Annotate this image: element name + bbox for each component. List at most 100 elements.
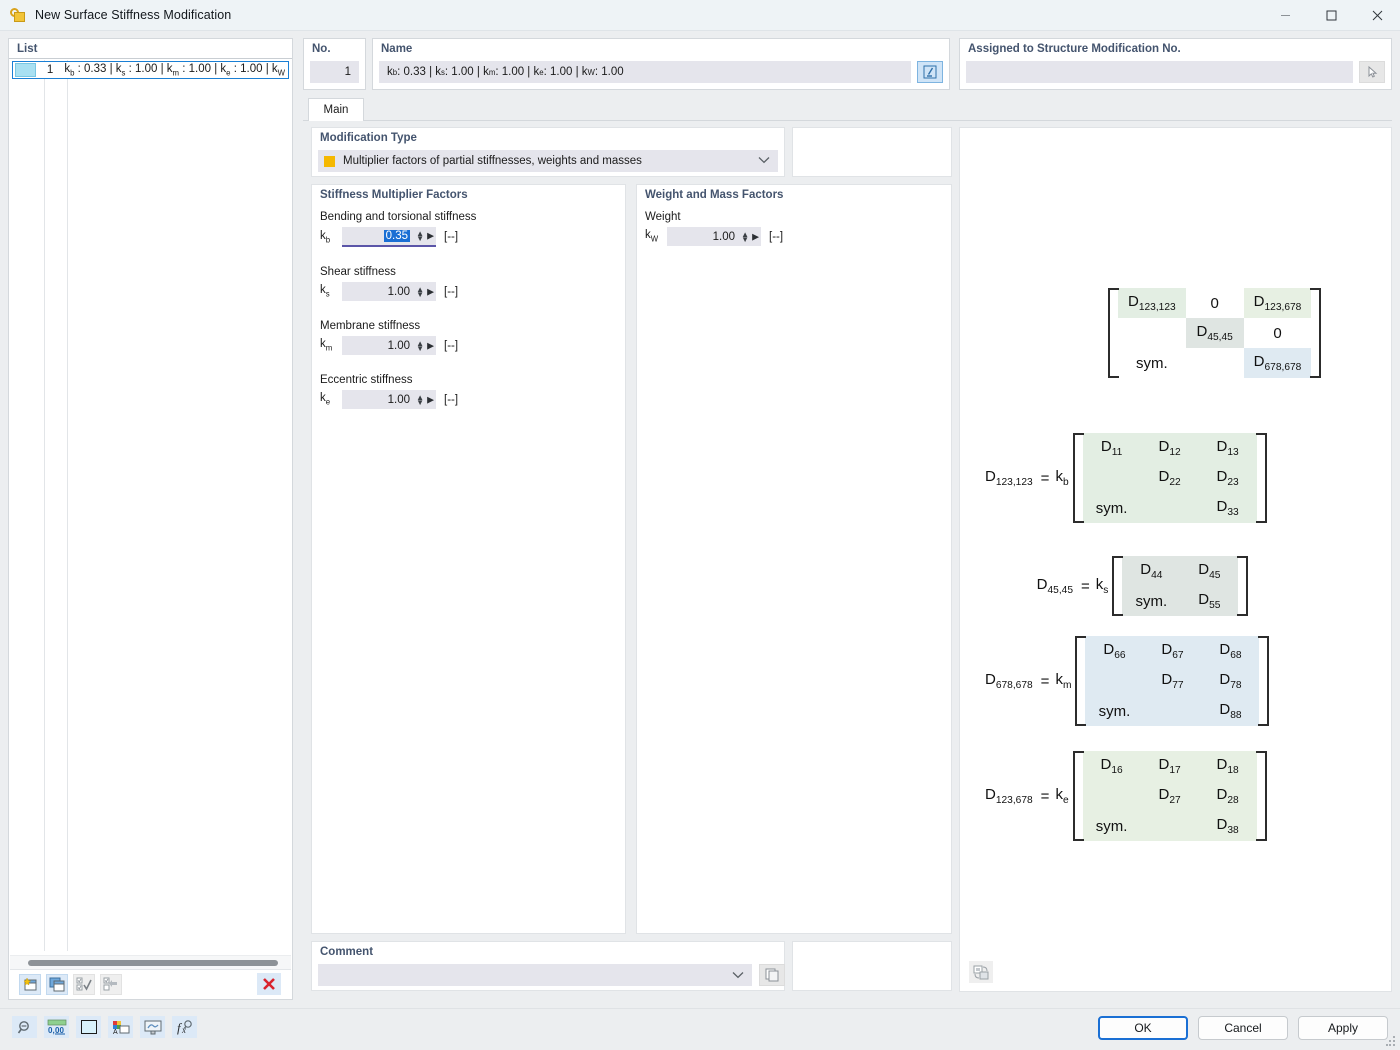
- tab-main[interactable]: Main: [308, 98, 364, 121]
- display-properties-icon[interactable]: [140, 1016, 165, 1038]
- matrix-table: D11 D12 D13 D22 D23 sym. D33: [1083, 433, 1257, 523]
- bottom-toolbar: 0,00 A: [12, 1016, 197, 1038]
- assigned-input[interactable]: [966, 61, 1353, 83]
- edit-name-icon[interactable]: [917, 61, 943, 83]
- annotation-icon[interactable]: A: [108, 1016, 133, 1038]
- window-title: New Surface Stiffness Modification: [35, 8, 231, 22]
- matrix-coefficient: kb: [1055, 468, 1068, 488]
- delete-item-icon[interactable]: [257, 973, 281, 995]
- toggle-image-icon[interactable]: [969, 961, 993, 983]
- matrix-cell: D13: [1199, 433, 1257, 463]
- ke-stepper[interactable]: ▲▼: [416, 395, 424, 405]
- ks-more-icon[interactable]: ▶: [427, 286, 434, 297]
- list-item[interactable]: 1 kb : 0.33 | ks : 1.00 | km : 1.00 | ke…: [12, 61, 289, 79]
- ok-button[interactable]: OK: [1098, 1016, 1188, 1040]
- maximize-icon[interactable]: [1308, 0, 1354, 31]
- matrix-coefficient: km: [1055, 671, 1071, 691]
- surface-stiffness-icon: [10, 7, 26, 23]
- number-input[interactable]: 1: [310, 61, 359, 83]
- copy-item-icon[interactable]: [46, 974, 68, 995]
- svg-text:A: A: [113, 1029, 118, 1035]
- km-input[interactable]: 1.00 ▲▼ ▶: [342, 336, 436, 355]
- name-field-group: Name kb : 0.33 | ks : 1.00 | km : 1.00 |…: [372, 38, 950, 90]
- matrix-coefficient: ke: [1055, 786, 1068, 806]
- kb-input[interactable]: 0.35 ▲▼ ▶: [342, 227, 436, 247]
- matrix-row: sym. D55: [1122, 586, 1238, 616]
- matrix-table: D44 D45 sym. D55: [1122, 556, 1238, 616]
- matrix-equals: =: [1041, 788, 1050, 805]
- svg-text:0,: 0,: [48, 1026, 55, 1035]
- minimize-icon[interactable]: [1262, 0, 1308, 31]
- matrix-cell: D18: [1199, 751, 1257, 781]
- list-horizontal-scrollbar[interactable]: [10, 955, 291, 969]
- chevron-down-icon[interactable]: [732, 968, 744, 982]
- kw-input[interactable]: 1.00 ▲▼ ▶: [667, 227, 761, 246]
- matrix-table: D66 D67 D68 D77 D78 sym. D88: [1085, 636, 1259, 726]
- name-input[interactable]: kb : 0.33 | ks : 1.00 | km : 1.00 | ke :…: [379, 61, 911, 83]
- list-column-divider: [44, 60, 45, 951]
- matrix-table: D16 D17 D18 D27 D28 sym. D38: [1083, 751, 1257, 841]
- matrix-cell: sym.: [1083, 493, 1141, 523]
- matrix-row: sym. D88: [1085, 696, 1259, 726]
- matrix-cell: D11: [1083, 433, 1141, 463]
- km-stepper[interactable]: ▲▼: [416, 341, 424, 351]
- cancel-button[interactable]: Cancel: [1198, 1016, 1288, 1040]
- comment-input[interactable]: [318, 964, 752, 986]
- ks-input[interactable]: 1.00 ▲▼ ▶: [342, 282, 436, 301]
- stiffness-row-kb: kb 0.35 ▲▼ ▶ [--]: [312, 227, 625, 247]
- matrix-row: sym. D678,678: [1118, 348, 1311, 378]
- ke-input[interactable]: 1.00 ▲▼ ▶: [342, 390, 436, 409]
- new-item-icon[interactable]: [19, 974, 41, 995]
- matrix-equals: =: [1081, 578, 1090, 595]
- matrix-cell: D22: [1141, 463, 1199, 493]
- matrix-eccentric: D123,678 = ke D16 D17 D18 D27 D28: [985, 751, 1267, 841]
- apply-button[interactable]: Apply: [1298, 1016, 1388, 1040]
- name-label: Name: [373, 39, 949, 55]
- scrollbar-thumb[interactable]: [28, 960, 278, 966]
- select-all-icon[interactable]: [73, 974, 95, 995]
- matrix-cell: D78: [1201, 666, 1259, 696]
- decimal-places-icon[interactable]: 0,00: [44, 1016, 69, 1038]
- stiffness-row-ks: ks 1.00 ▲▼ ▶ [--]: [312, 282, 625, 301]
- kb-stepper[interactable]: ▲▼: [416, 231, 424, 241]
- kw-stepper[interactable]: ▲▼: [741, 232, 749, 242]
- stiffness-caption-ke: Eccentric stiffness: [312, 374, 625, 386]
- matrix-cell: [1085, 666, 1143, 696]
- stiffness-caption-ks: Shear stiffness: [312, 266, 625, 278]
- resize-grip[interactable]: [1386, 1036, 1396, 1046]
- matrix-cell: D123,678: [1244, 288, 1312, 318]
- kb-more-icon[interactable]: ▶: [427, 231, 434, 242]
- matrix-cell: sym.: [1085, 696, 1143, 726]
- stiffness-row-km: km 1.00 ▲▼ ▶ [--]: [312, 336, 625, 355]
- ks-stepper[interactable]: ▲▼: [416, 287, 424, 297]
- stiffness-key-kb: kb: [320, 230, 342, 244]
- list-column-divider: [67, 60, 68, 951]
- stiffness-group-title: Stiffness Multiplier Factors: [312, 185, 625, 201]
- list-panel: List 1 kb : 0.33 | ks : 1.00 | km : 1.00…: [8, 38, 293, 1000]
- kw-more-icon[interactable]: ▶: [752, 231, 759, 242]
- invert-selection-icon[interactable]: [100, 974, 122, 995]
- matrix-row: D16 D17 D18: [1083, 751, 1257, 781]
- copy-comment-icon[interactable]: [759, 964, 785, 986]
- km-more-icon[interactable]: ▶: [427, 340, 434, 351]
- search-icon[interactable]: [12, 1016, 37, 1038]
- function-icon[interactable]: f x: [172, 1016, 197, 1038]
- chevron-down-icon: [758, 155, 770, 167]
- list-toolbar: [10, 969, 291, 998]
- close-icon[interactable]: [1354, 0, 1400, 31]
- kb-value: 0.35: [384, 230, 410, 242]
- matrix-cell: sym.: [1083, 811, 1141, 841]
- stiffness-row-ke: ke 1.00 ▲▼ ▶ [--]: [312, 390, 625, 409]
- matrix-cell: sym.: [1122, 586, 1180, 616]
- select-object-icon[interactable]: [1359, 61, 1385, 83]
- title-bar: New Surface Stiffness Modification: [0, 0, 1400, 31]
- matrix-cell: [1186, 348, 1244, 378]
- weight-mass-panel: Weight and Mass Factors Weight kW 1.00 ▲…: [636, 184, 952, 934]
- matrix-row: sym. D38: [1083, 811, 1257, 841]
- color-swatch-icon[interactable]: [76, 1016, 101, 1038]
- modification-type-select[interactable]: Multiplier factors of partial stiffnesse…: [318, 150, 778, 172]
- ke-more-icon[interactable]: ▶: [427, 394, 434, 405]
- matrix-bracket: D11 D12 D13 D22 D23 sym. D33: [1073, 433, 1267, 523]
- matrix-cell: D123,123: [1118, 288, 1186, 318]
- matrix-bracket: D66 D67 D68 D77 D78 sym. D88: [1075, 636, 1269, 726]
